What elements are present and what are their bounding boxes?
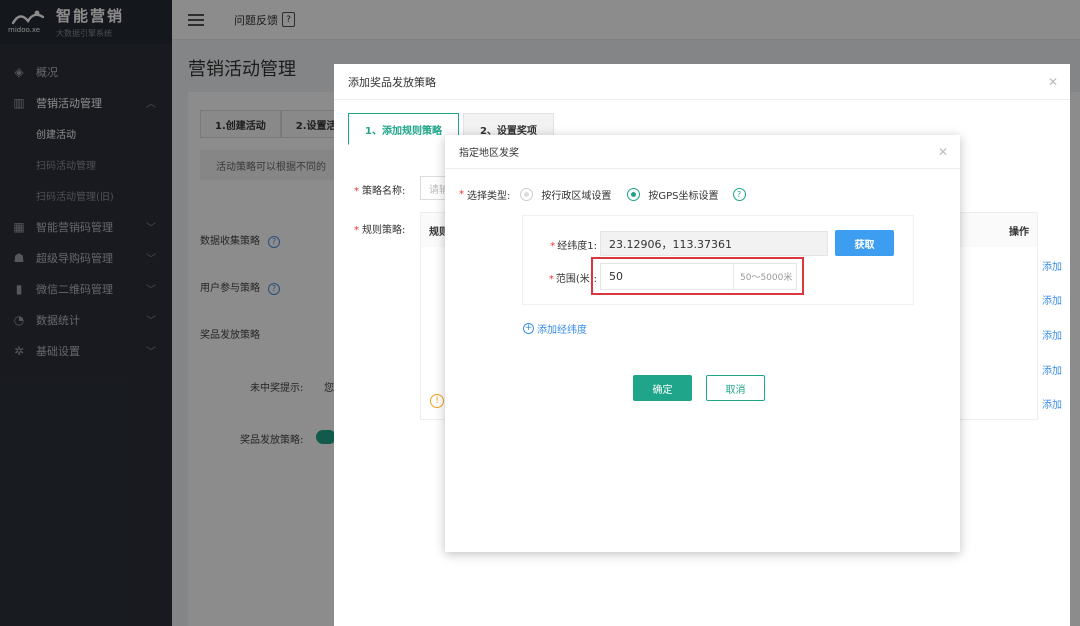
add-coord-link[interactable]: + 添加经纬度 [523,321,587,336]
add-link[interactable]: 添加 [1042,362,1062,377]
warning-icon: ! [430,394,444,408]
add-link[interactable]: 添加 [1042,292,1062,307]
add-link[interactable]: 添加 [1042,396,1062,411]
range-label: * 范围(米): [548,274,597,285]
help-icon[interactable]: ? [732,188,746,201]
region-prize-dialog: 指定地区发奖 ✕ * 选择类型: 按行政区域设置 按GPS坐标设置 ? * 经纬度… [445,135,960,552]
radio-admin-region[interactable] [520,188,534,201]
range-highlight-box [591,257,804,295]
add-link[interactable]: 添加 [1042,258,1062,273]
close-icon[interactable]: ✕ [1048,75,1058,89]
cancel-button[interactable]: 取消 [706,375,765,401]
rules-label: * 规则策略: [354,225,406,236]
close-icon[interactable]: ✕ [938,145,948,159]
confirm-button[interactable]: 确定 [633,375,692,401]
option-gps-label[interactable]: 按GPS坐标设置 [648,187,718,202]
dialog-title: 指定地区发奖 [459,148,519,159]
dialog-title: 添加奖品发放策略 [348,75,436,89]
label-text: 经纬度1: [557,241,597,252]
radio-gps[interactable] [627,188,641,201]
coord-input[interactable]: 23.12906，113.37361 [600,231,828,256]
op-col-header: 操作 [1009,226,1029,238]
type-label: 选择类型: [467,191,511,202]
option-admin-region-label[interactable]: 按行政区域设置 [541,187,611,202]
tab-add-rules[interactable]: 1、添加规则策略 [348,113,459,145]
add-link[interactable]: 添加 [1042,327,1062,342]
label-text: 策略名称: [362,186,406,197]
add-coord-label: 添加经纬度 [537,325,587,336]
plus-circle-icon: + [523,323,534,334]
type-selector: * 选择类型: 按行政区域设置 按GPS坐标设置 ? [459,187,746,202]
label-text: 规则策略: [362,225,406,236]
dialog-header: 指定地区发奖 ✕ [445,135,960,169]
dialog-header: 添加奖品发放策略 ✕ [334,64,1070,100]
fetch-button[interactable]: 获取 [835,230,894,256]
coord-label: * 经纬度1: [550,241,597,252]
strategy-name-label: * 策略名称: [354,186,406,197]
